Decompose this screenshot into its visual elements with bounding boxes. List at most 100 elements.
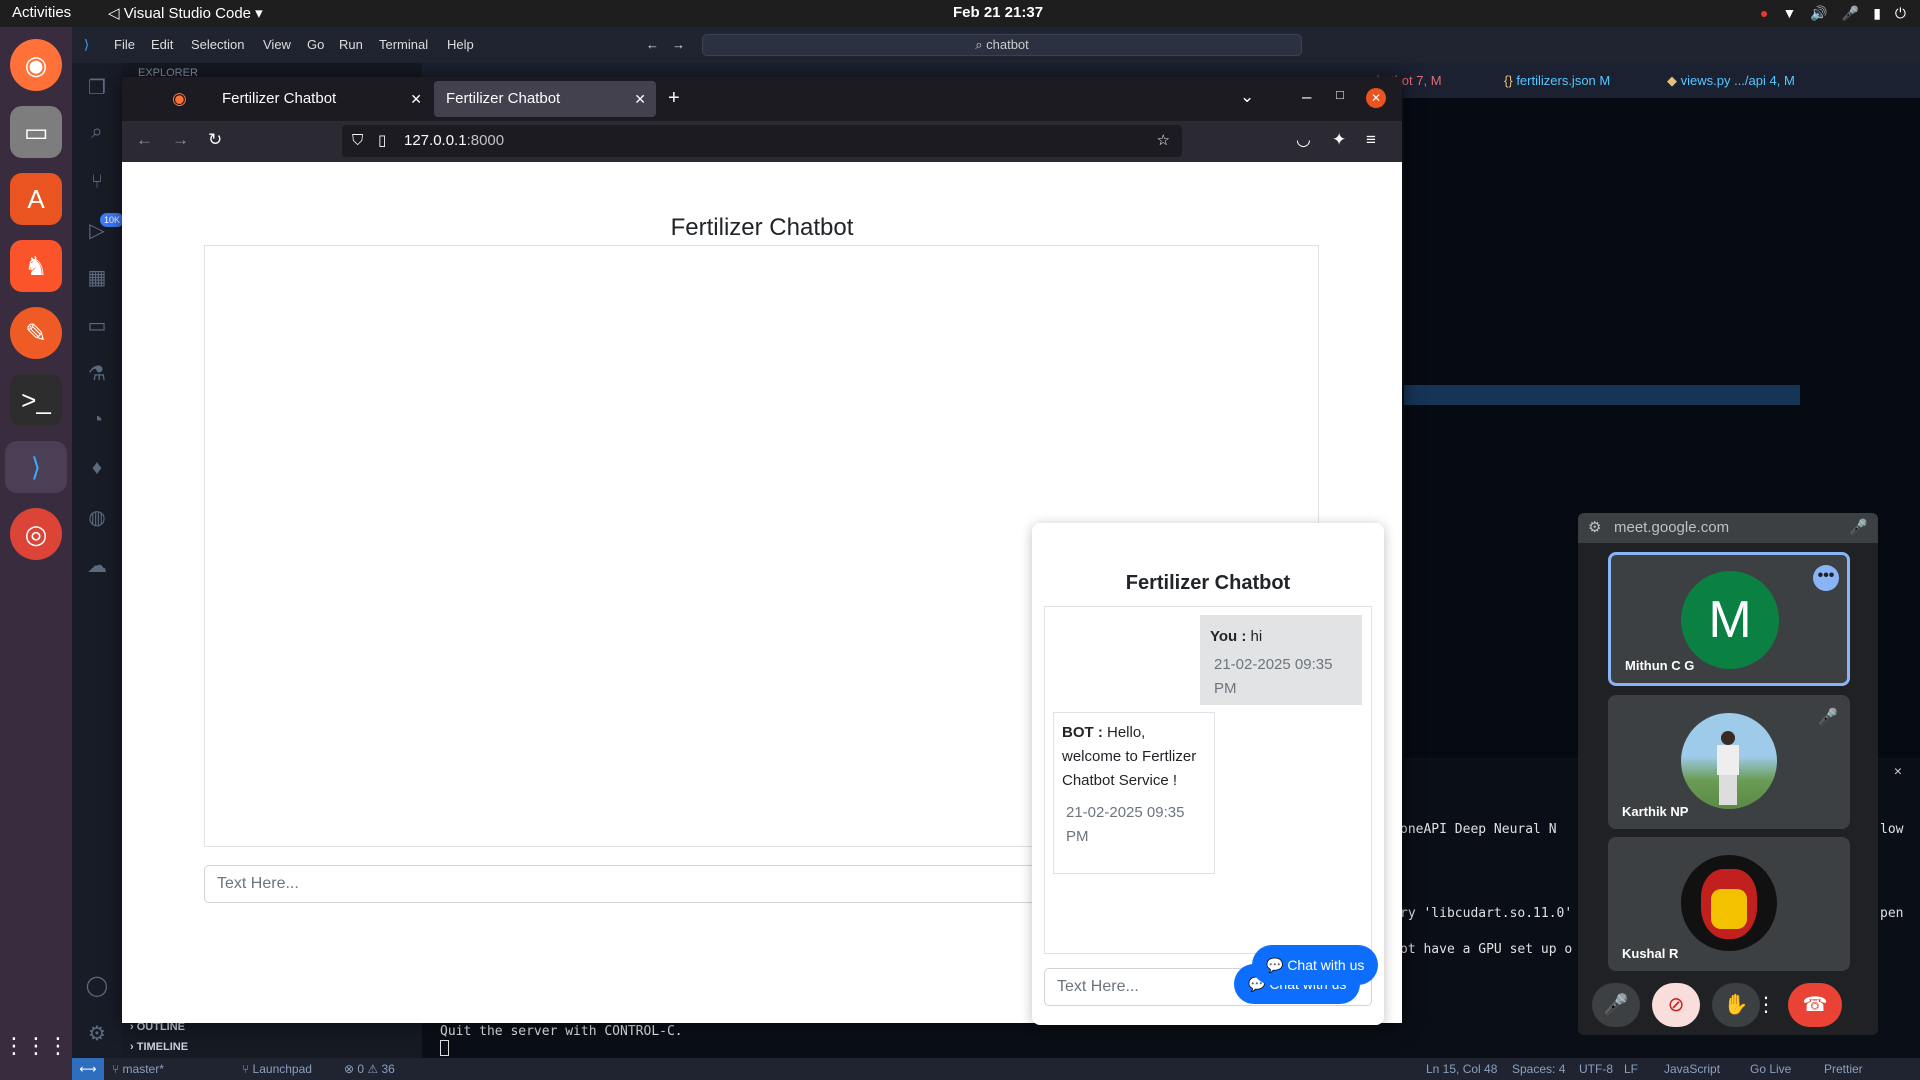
tab-list-icon[interactable]: ⌄ [1240, 87, 1254, 107]
problems-count: 0 ⚠ 36 [357, 1062, 395, 1076]
menu-hamburger-icon[interactable]: ≡ [1366, 130, 1376, 150]
app-name: Visual Studio Code [123, 5, 252, 22]
leave-call-button[interactable]: ☎ [1788, 983, 1842, 1027]
branch-label: master* [122, 1062, 164, 1076]
close-panel-icon[interactable]: ✕ [1894, 764, 1902, 779]
eol[interactable]: LF [1624, 1062, 1638, 1076]
new-tab-button[interactable]: + [668, 87, 680, 110]
browser-tab-2-active[interactable]: Fertilizer Chatbot ✕ [434, 81, 656, 117]
site-settings-icon[interactable]: ⚙ [1588, 513, 1601, 543]
forward-icon[interactable]: → [172, 130, 189, 150]
menu-terminal[interactable]: Terminal [379, 37, 428, 52]
menu-help[interactable]: Help [447, 37, 474, 52]
menu-selection[interactable]: Selection [191, 37, 244, 52]
bookmark-star-icon[interactable]: ☆ [1157, 125, 1170, 157]
files-icon[interactable]: ▭ [10, 106, 62, 158]
back-arrow-icon[interactable]: ← [646, 37, 659, 52]
chrome-icon[interactable]: ◎ [10, 508, 62, 560]
close-window-icon[interactable]: ✕ [1366, 88, 1386, 108]
extensions-icon[interactable]: ✦ [1332, 130, 1346, 150]
postman-icon[interactable]: ✎ [10, 307, 62, 359]
message-timestamp: 21-02-2025 09:35 PM [1066, 804, 1185, 845]
git-graph-icon[interactable]: ◔ [84, 409, 110, 435]
search-text: chatbot [986, 37, 1029, 52]
bot-message: BOT : Hello, welcome to Fertlizer Chatbo… [1053, 712, 1215, 874]
mongodb-icon[interactable]: ♦ [84, 457, 110, 483]
chat-messages: You : hi 21-02-2025 09:35 PM BOT : Hello… [1044, 606, 1372, 954]
more-options-button[interactable]: ⋮ [1754, 983, 1778, 1027]
vscode-icon[interactable]: ⟩ [5, 441, 67, 493]
app-menu[interactable]: ◁ Visual Studio Code ▾ [108, 4, 263, 22]
editor-tab-fertilizers-json[interactable]: {} fertilizers.json M [1504, 73, 1610, 88]
participant-tile[interactable]: Kushal R [1608, 837, 1850, 971]
participant-tile[interactable]: M ••• Mithun C G [1608, 552, 1850, 686]
source-control-icon[interactable]: ⑂ [84, 171, 110, 197]
brave-icon[interactable]: ♞ [10, 240, 62, 292]
browser-tab-1[interactable]: Fertilizer Chatbot ✕ [210, 81, 432, 117]
menu-file[interactable]: File [114, 37, 135, 52]
json-icon: {} [1504, 73, 1513, 88]
pocket-icon[interactable]: ◡ [1296, 130, 1311, 150]
system-tray[interactable]: ● ▼ 🔊 🎤 ▮ ⏻ [1760, 5, 1906, 22]
remote-explorer-icon[interactable]: ▭ [84, 313, 110, 339]
encoding[interactable]: UTF-8 [1579, 1062, 1613, 1076]
go-live[interactable]: Go Live [1750, 1062, 1791, 1076]
reload-icon[interactable]: ↻ [208, 130, 222, 150]
more-options-icon[interactable]: ••• [1813, 565, 1839, 591]
account-icon[interactable]: ◯ [84, 973, 110, 999]
docker-icon[interactable]: ☁ [84, 553, 110, 579]
mic-toggle-button[interactable]: 🎤 [1592, 983, 1640, 1027]
menu-edit[interactable]: Edit [151, 37, 173, 52]
launchpad[interactable]: ⑂ Launchpad [242, 1062, 312, 1076]
status-bar: ⟷ ⑂ master* ⑂ Launchpad ⊗ 0 ⚠ 36 Ln 15, … [72, 1058, 1920, 1080]
problems[interactable]: ⊗ 0 ⚠ 36 [344, 1062, 395, 1076]
forward-arrow-icon[interactable]: → [672, 37, 685, 52]
tab-title: Fertilizer Chatbot [222, 90, 337, 107]
close-tab-icon[interactable]: ✕ [634, 81, 646, 117]
app-center-icon[interactable]: A [10, 173, 62, 225]
extensions-icon[interactable]: ▦ [84, 265, 110, 291]
record-icon: ● [1760, 5, 1769, 21]
participant-tile[interactable]: 🎤 Karthik NP [1608, 695, 1850, 829]
minimize-icon[interactable]: – [1302, 87, 1311, 107]
activities-button[interactable]: Activities [12, 4, 71, 21]
menu-view[interactable]: View [263, 37, 291, 52]
indentation[interactable]: Spaces: 4 [1512, 1062, 1565, 1076]
prettier[interactable]: Prettier [1824, 1062, 1863, 1076]
editor-tab-views-py[interactable]: ◆ views.py .../api 4, M [1667, 73, 1795, 89]
show-apps-icon[interactable]: ⋮⋮⋮ [3, 1020, 69, 1072]
git-branch[interactable]: ⑂ master* [112, 1062, 164, 1076]
terminal-icon[interactable]: >_ [10, 374, 62, 426]
menu-run[interactable]: Run [339, 37, 363, 52]
shield-icon[interactable]: ⛉ [352, 125, 363, 157]
run-debug-icon[interactable]: ▷ [84, 218, 110, 244]
timeline-label: TIMELINE [136, 1041, 189, 1053]
url-bar[interactable]: ⛉ ▯ 127.0.0.1:8000 ☆ [342, 125, 1182, 157]
cursor-position[interactable]: Ln 15, Col 48 [1426, 1062, 1497, 1076]
language-mode[interactable]: JavaScript [1664, 1062, 1720, 1076]
wifi-icon: ▼ [1782, 5, 1797, 21]
timeline-section[interactable]: › TIMELINE [130, 1041, 188, 1053]
firefox-icon[interactable]: ◉ [10, 39, 62, 91]
gitlens-icon[interactable]: ◍ [84, 505, 110, 531]
back-icon[interactable]: ← [136, 130, 153, 150]
terminal-line: ot have a GPU set up o [1400, 942, 1573, 957]
you-text: hi [1246, 628, 1263, 645]
testing-icon[interactable]: ⚗ [84, 361, 110, 387]
raise-hand-button[interactable]: ✋ [1712, 983, 1760, 1027]
chat-with-us-button[interactable]: 💬 Chat with us [1252, 945, 1379, 985]
remote-icon[interactable]: ⟷ [72, 1058, 104, 1080]
mic-indicator-icon: 🎤 [1849, 519, 1868, 536]
explorer-icon[interactable]: ❐ [84, 75, 110, 101]
firefox-view-icon[interactable]: ◉ [172, 89, 187, 109]
menu-go[interactable]: Go [307, 37, 324, 52]
command-center-search[interactable]: ⌕ chatbot [702, 34, 1302, 56]
search-icon[interactable]: ⌕ [84, 121, 110, 147]
maximize-icon[interactable]: □ [1336, 87, 1344, 102]
user-message: You : hi 21-02-2025 09:35 PM [1200, 615, 1362, 705]
manage-gear-icon[interactable]: ⚙ [84, 1021, 110, 1047]
camera-off-button[interactable]: ⊘ [1652, 983, 1700, 1027]
close-tab-icon[interactable]: ✕ [410, 81, 422, 117]
terminal-line: oneAPI Deep Neural N [1400, 822, 1557, 837]
clock[interactable]: Feb 21 21:37 [953, 4, 1043, 21]
